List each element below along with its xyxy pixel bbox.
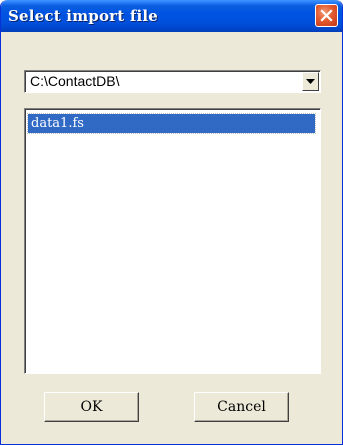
chevron-down-icon — [306, 79, 315, 84]
cancel-button[interactable]: Cancel — [194, 392, 289, 422]
directory-dropdown-button[interactable] — [302, 72, 319, 91]
import-file-dialog: Select import file C:\ContactDB\ data1.f… — [0, 0, 343, 445]
file-item-data1[interactable]: data1.fs — [27, 113, 316, 134]
file-list[interactable]: data1.fs — [24, 108, 321, 374]
directory-combobox[interactable]: C:\ContactDB\ — [24, 70, 321, 93]
ok-button[interactable]: OK — [44, 392, 139, 422]
close-button[interactable] — [315, 4, 338, 27]
directory-value: C:\ContactDB\ — [30, 73, 120, 89]
dialog-title: Select import file — [8, 7, 159, 25]
title-bar[interactable]: Select import file — [1, 0, 342, 32]
close-icon — [320, 9, 333, 22]
